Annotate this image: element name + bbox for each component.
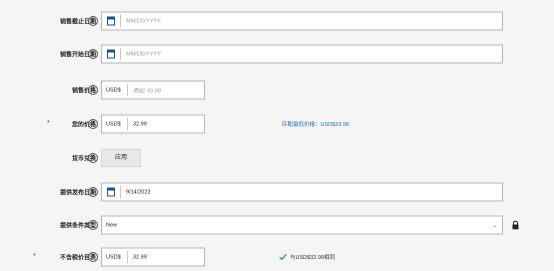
sale-price-field[interactable]: USD$ 例如: 50.00 [101,80,205,100]
release-date-field[interactable]: 9/14/2023 [101,182,503,202]
your-price-value: 32.99 [133,121,147,127]
lock-icon [512,220,519,230]
your-price-field[interactable]: USD$ 32.99 [101,114,205,134]
calendar-icon[interactable] [107,187,115,197]
row-your-price: * 您的价格 ? USD$ 32.99 匹配最低价格：USD$23.98 [0,111,554,137]
row-sale-start-date: 销售开始日期 ? MM/DD/YYYY [0,41,554,67]
field-divider [120,14,121,28]
chevron-down-icon[interactable]: ⌄ [492,222,497,229]
currency-label: USD$ [106,87,121,93]
condition-type-select[interactable]: New ⌄ [101,215,503,235]
row-condition-type: 提供条件类型 ? New ⌄ [0,212,554,238]
help-icon[interactable]: ? [88,85,98,95]
calendar-icon[interactable] [107,16,115,26]
row-sale-price: 销售价格 ? USD$ 例如: 50.00 [0,77,554,103]
field-divider [127,250,128,264]
sale-start-date-field[interactable]: MM/DD/YYYY [101,44,503,64]
field-divider [127,117,128,131]
apply-button[interactable]: 应用 [101,149,141,167]
help-icon[interactable]: ? [88,119,98,129]
field-divider [120,47,121,61]
list-price-value: 32.99 [133,254,147,260]
row-release-date: 提供发布日期 ? 9/14/2023 [0,179,554,205]
help-icon[interactable]: ? [88,252,98,262]
release-date-value: 9/14/2023 [126,189,151,195]
row-currency-convert: 货币兑换 ? 应用 [0,145,554,171]
sale-start-date-placeholder: MM/DD/YYYY [126,51,161,57]
field-divider [120,185,121,199]
currency-label: USD$ [106,254,121,260]
list-price-field[interactable]: USD$ 32.99 [101,247,205,267]
help-icon[interactable]: ? [88,187,98,197]
field-divider [127,83,128,97]
sale-end-date-placeholder: MM/DD/YYYY [126,18,161,24]
row-list-price: * 不含税价目表 ? USD$ 32.99 与USD$32.99相同 [0,244,554,270]
sale-end-date-field[interactable]: MM/DD/YYYY [101,11,503,31]
match-lowest-price-note[interactable]: 匹配最低价格：USD$23.98 [282,120,349,128]
currency-label: USD$ [106,121,121,127]
help-icon[interactable]: ? [88,153,98,163]
help-icon[interactable]: ? [88,49,98,59]
help-icon[interactable]: ? [88,220,98,230]
calendar-icon[interactable] [107,49,115,59]
same-as-note: 与USD$32.99相同 [290,255,335,261]
row-sale-end-date: 销售截止日期 ? MM/DD/YYYY [0,8,554,34]
checkmark-icon [279,253,287,261]
condition-type-value: New [106,222,118,228]
required-marker: * [33,253,36,261]
help-icon[interactable]: ? [88,16,98,26]
required-marker: * [47,120,50,128]
sale-price-placeholder: 例如: 50.00 [133,88,161,94]
